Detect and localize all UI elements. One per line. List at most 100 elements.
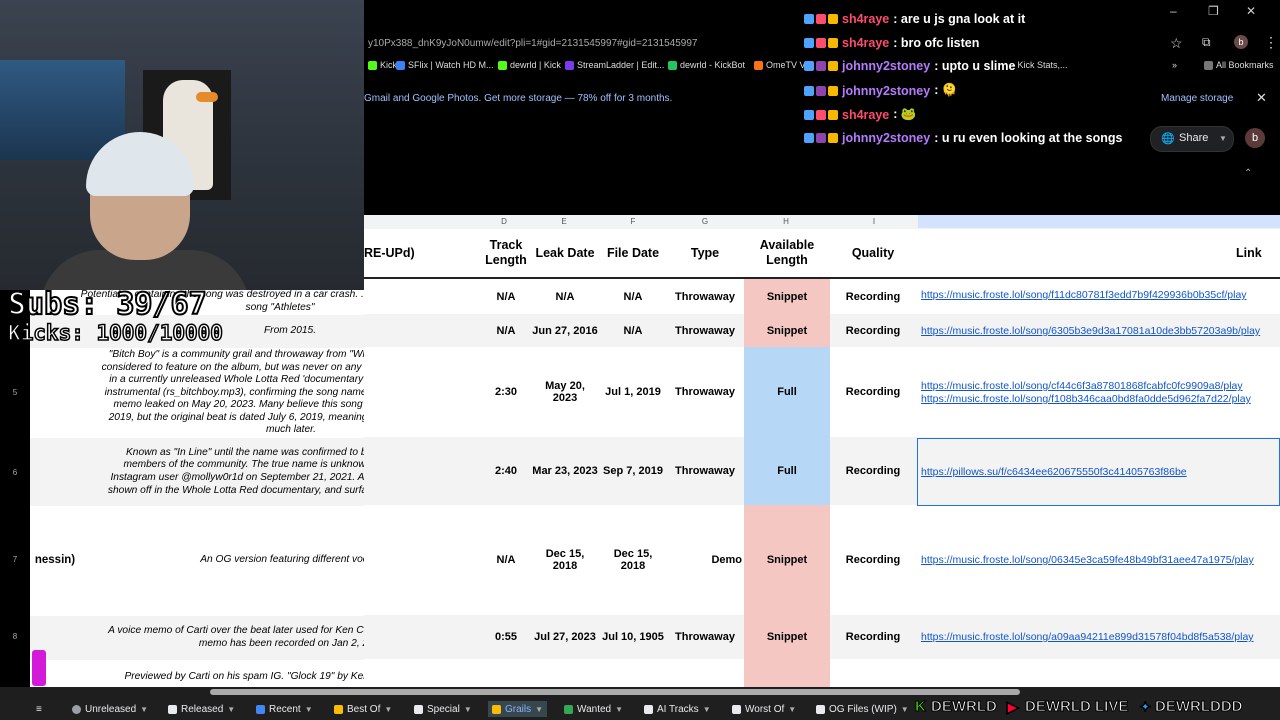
file-date-cell[interactable]: Dec 15, 2018 (600, 505, 666, 615)
chevron-down-icon[interactable]: ▼ (384, 705, 392, 714)
song-link[interactable]: https://music.froste.lol/song/06345e3ca5… (921, 554, 1254, 566)
all-bookmarks[interactable]: All Bookmarks (1204, 60, 1274, 70)
chevron-down-icon[interactable]: ▼ (788, 705, 796, 714)
description-cell[interactable]: A voice memo of Carti over the beat late… (105, 618, 364, 658)
track-length-cell[interactable]: N/A (480, 505, 532, 615)
type-cell[interactable]: Throwaway (668, 615, 742, 659)
all-sheets-menu-icon[interactable]: ≡ (36, 701, 42, 717)
chat-username[interactable]: sh4raye (842, 108, 889, 122)
type-cell[interactable]: Throwaway (668, 437, 742, 505)
available-length-cell[interactable]: Full (744, 437, 830, 505)
file-date-cell[interactable]: Sep 7, 2019 (600, 437, 666, 505)
menu-kebab-icon[interactable]: ⋮ (1264, 34, 1278, 51)
url-text[interactable]: y10Px388_dnK9yJoN0umw/edit?pli=1#gid=213… (368, 38, 697, 49)
track-length-cell[interactable]: 2:40 (480, 437, 532, 505)
header-file-date[interactable]: File Date (600, 229, 666, 277)
share-button[interactable]: 🌐 Share ▼ (1150, 126, 1234, 152)
chat-username[interactable]: johnny2stoney (842, 131, 930, 145)
description-cell[interactable]: "Bitch Boy" is a community grail and thr… (100, 348, 364, 438)
chevron-down-icon[interactable]: ▼ (140, 705, 148, 714)
chevron-down-icon[interactable]: ▼ (227, 705, 235, 714)
bookmark-item[interactable]: dewrld | Kick (498, 60, 561, 70)
description-cell[interactable]: Known as "In Line" until the name was co… (105, 440, 364, 504)
row-number[interactable]: 5 (0, 388, 30, 397)
song-link[interactable]: https://music.froste.lol/song/6305b3e9d3… (921, 325, 1260, 337)
leak-date-cell[interactable]: Jul 27, 2023 (532, 615, 598, 659)
tab-grails[interactable]: Grails ▼ (488, 701, 548, 717)
header-track-length[interactable]: Track Length (480, 229, 532, 277)
quality-cell[interactable]: Recording (830, 437, 916, 505)
tab-worst-of[interactable]: Worst Of ▼ (732, 701, 796, 717)
header-leak-date[interactable]: Leak Date (532, 229, 598, 277)
bookmark-item[interactable]: StreamLadder | Edit... (565, 60, 664, 70)
column-letter[interactable]: H (776, 217, 796, 226)
available-length-cell[interactable]: Full (744, 347, 830, 437)
available-length-cell[interactable]: Snippet (744, 279, 830, 314)
leak-date-cell[interactable]: Jun 27, 2016 (532, 314, 598, 347)
description-cell[interactable]: Previewed by Carti on his spam IG. "Gloc… (105, 668, 364, 686)
available-length-cell[interactable]: Snippet (744, 615, 830, 659)
tab-wanted[interactable]: Wanted ▼ (564, 701, 623, 717)
chat-username[interactable]: johnny2stoney (842, 59, 930, 73)
chevron-down-icon[interactable]: ▼ (703, 705, 711, 714)
track-length-cell[interactable]: 0:55 (480, 615, 532, 659)
horizontal-scrollbar[interactable] (210, 689, 1020, 695)
chevron-down-icon[interactable]: ▼ (901, 705, 909, 714)
column-letter[interactable]: I (864, 217, 884, 226)
track-length-cell[interactable]: N/A (480, 279, 532, 314)
header-type[interactable]: Type (668, 229, 742, 277)
header-available-length[interactable]: Available Length (744, 229, 830, 277)
file-date-cell[interactable]: N/A (600, 314, 666, 347)
chevron-down-icon[interactable]: ▼ (305, 705, 313, 714)
track-length-cell[interactable]: N/A (480, 314, 532, 347)
song-link[interactable]: https://music.froste.lol/song/f108b346ca… (921, 393, 1251, 405)
bookmark-item[interactable]: dewrld - KickBot (668, 60, 745, 70)
leak-date-cell[interactable]: Mar 23, 2023 (532, 437, 598, 505)
tab-ai-tracks[interactable]: AI Tracks ▼ (644, 701, 711, 717)
chevron-down-icon[interactable]: ▼ (535, 705, 543, 714)
close-window-button[interactable]: ✕ (1246, 4, 1256, 18)
extensions-icon[interactable]: ⧉ (1202, 35, 1211, 50)
chat-username[interactable]: sh4raye (842, 36, 889, 50)
row-number[interactable]: 6 (0, 468, 30, 477)
bookmark-item[interactable]: - Kick Stats,... (1012, 60, 1068, 70)
maximize-button[interactable]: ❐ (1208, 4, 1219, 18)
tab-best-of[interactable]: Best Of ▼ (334, 701, 392, 717)
quality-cell[interactable]: Recording (830, 505, 916, 615)
bookmark-item[interactable]: Kick (368, 60, 397, 70)
chevron-down-icon[interactable]: ▼ (464, 705, 472, 714)
file-date-cell[interactable]: Jul 1, 2019 (600, 347, 666, 437)
chat-username[interactable]: johnny2stoney (842, 84, 930, 98)
leak-date-cell[interactable]: N/A (532, 279, 598, 314)
leak-date-cell[interactable]: May 20, 2023 (532, 347, 598, 437)
tab-special[interactable]: Special ▼ (414, 701, 472, 717)
column-letter[interactable]: F (623, 217, 643, 226)
tab-recent[interactable]: Recent ▼ (256, 701, 313, 717)
quality-cell[interactable]: Recording (830, 279, 916, 314)
type-cell[interactable]: Throwaway (668, 347, 742, 437)
row-number[interactable]: 7 (0, 555, 30, 564)
song-link[interactable]: https://pillows.su/f/c6434ee620675550f3c… (921, 466, 1187, 478)
header-links[interactable]: Link (1236, 229, 1280, 277)
quality-cell[interactable]: Recording (830, 347, 916, 437)
row-number[interactable]: 8 (0, 632, 30, 641)
column-letter[interactable]: D (494, 217, 514, 226)
profile-avatar[interactable]: b (1234, 35, 1248, 49)
type-cell[interactable]: Throwaway (668, 279, 742, 314)
chevron-down-icon[interactable]: ▼ (1219, 134, 1227, 143)
tab-unreleased[interactable]: Unreleased ▼ (72, 701, 148, 717)
column-letter[interactable]: E (554, 217, 574, 226)
available-length-cell[interactable]: Snippet (744, 505, 830, 615)
header-name[interactable]: RE-UPd) (364, 229, 474, 277)
leak-date-cell[interactable]: Dec 15, 2018 (532, 505, 598, 615)
file-date-cell[interactable]: Jul 10, 1905 (600, 615, 666, 659)
description-cell[interactable]: An OG version featuring different vocals… (110, 540, 364, 580)
song-link[interactable]: https://music.froste.lol/song/cf44c6f3a8… (921, 380, 1243, 392)
tab-og-files[interactable]: OG Files (WIP) ▼ (816, 701, 909, 717)
quality-cell[interactable]: Recording (830, 615, 916, 659)
close-icon[interactable]: ✕ (1256, 90, 1267, 106)
minimize-button[interactable]: – (1170, 4, 1177, 18)
name-cell[interactable]: nessin) (30, 540, 80, 580)
file-date-cell[interactable]: N/A (600, 279, 666, 314)
manage-storage-link[interactable]: Manage storage (1161, 93, 1233, 104)
